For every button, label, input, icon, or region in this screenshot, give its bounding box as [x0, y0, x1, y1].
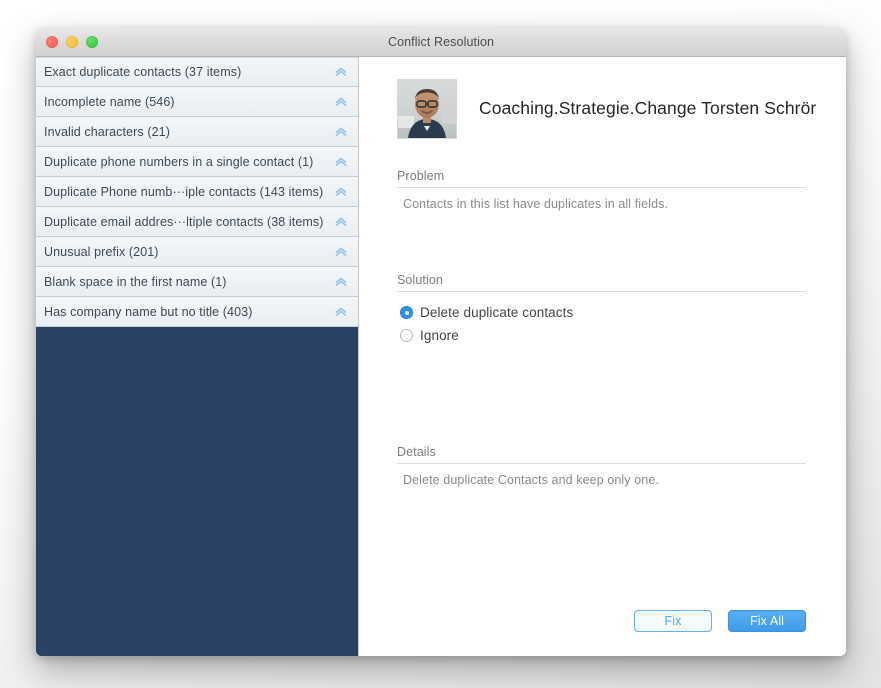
- chevron-double-up-icon[interactable]: [332, 153, 350, 171]
- radio-option-delete-duplicate-contacts[interactable]: Delete duplicate contacts: [397, 301, 806, 324]
- sidebar-item-company-name-no-title[interactable]: Has company name but no title (403): [36, 297, 358, 327]
- detail-sections: Problem Contacts in this list have dupli…: [359, 169, 846, 487]
- details-divider: [397, 463, 806, 464]
- sidebar-item-label: Duplicate email addres···ltiple contacts…: [44, 215, 326, 229]
- sidebar-item-label: Unusual prefix (201): [44, 245, 326, 259]
- zoom-button[interactable]: [86, 36, 98, 48]
- window-title: Conflict Resolution: [388, 35, 494, 49]
- details-title: Details: [397, 445, 806, 463]
- radio-selected-icon[interactable]: [400, 306, 413, 319]
- sidebar-item-blank-space-first-name[interactable]: Blank space in the first name (1): [36, 267, 358, 297]
- sidebar-item-label: Incomplete name (546): [44, 95, 326, 109]
- issue-sidebar: Exact duplicate contacts (37 items) Inco…: [36, 57, 359, 656]
- traffic-light-group: [46, 28, 98, 56]
- radio-label: Ignore: [420, 328, 459, 343]
- sidebar-item-label: Blank space in the first name (1): [44, 275, 326, 289]
- chevron-double-up-icon[interactable]: [332, 63, 350, 81]
- solution-divider: [397, 291, 806, 292]
- window-titlebar: Conflict Resolution: [36, 28, 846, 57]
- sidebar-item-duplicate-email-multiple-contacts[interactable]: Duplicate email addres···ltiple contacts…: [36, 207, 358, 237]
- sidebar-item-unusual-prefix[interactable]: Unusual prefix (201): [36, 237, 358, 267]
- conflict-resolution-window: Conflict Resolution Exact duplicate cont…: [36, 28, 846, 656]
- radio-label: Delete duplicate contacts: [420, 305, 573, 320]
- chevron-double-up-icon[interactable]: [332, 183, 350, 201]
- detail-panel: Coaching.Strategie.Change Torsten Schrör…: [359, 57, 846, 656]
- issue-list: Exact duplicate contacts (37 items) Inco…: [36, 57, 358, 327]
- chevron-double-up-icon[interactable]: [332, 243, 350, 261]
- radio-option-ignore[interactable]: Ignore: [397, 324, 806, 347]
- sidebar-item-label: Duplicate Phone numb···iple contacts (14…: [44, 185, 326, 199]
- problem-text: Contacts in this list have duplicates in…: [397, 197, 806, 211]
- section-spacer: [397, 211, 806, 273]
- minimize-button[interactable]: [66, 36, 78, 48]
- radio-unselected-icon[interactable]: [400, 329, 413, 342]
- sidebar-item-label: Duplicate phone numbers in a single cont…: [44, 155, 326, 169]
- chevron-double-up-icon[interactable]: [332, 93, 350, 111]
- chevron-double-up-icon[interactable]: [332, 273, 350, 291]
- problem-section: Problem Contacts in this list have dupli…: [397, 169, 806, 211]
- details-text: Delete duplicate Contacts and keep only …: [397, 473, 806, 487]
- sidebar-item-label: Invalid characters (21): [44, 125, 326, 139]
- sidebar-item-duplicate-phone-single-contact[interactable]: Duplicate phone numbers in a single cont…: [36, 147, 358, 177]
- action-buttons: Fix Fix All: [359, 610, 846, 656]
- sidebar-item-invalid-characters[interactable]: Invalid characters (21): [36, 117, 358, 147]
- sidebar-item-exact-duplicate-contacts[interactable]: Exact duplicate contacts (37 items): [36, 57, 358, 87]
- fix-all-button[interactable]: Fix All: [728, 610, 806, 632]
- contact-header: Coaching.Strategie.Change Torsten Schrör: [359, 57, 846, 139]
- problem-title: Problem: [397, 169, 806, 187]
- chevron-double-up-icon[interactable]: [332, 123, 350, 141]
- problem-divider: [397, 187, 806, 188]
- contact-name: Coaching.Strategie.Change Torsten Schrör: [479, 79, 816, 137]
- details-section: Details Delete duplicate Contacts and ke…: [397, 445, 806, 487]
- close-button[interactable]: [46, 36, 58, 48]
- solution-title: Solution: [397, 273, 806, 291]
- window-body: Exact duplicate contacts (37 items) Inco…: [36, 57, 846, 656]
- chevron-double-up-icon[interactable]: [332, 303, 350, 321]
- sidebar-empty-area: [36, 327, 358, 656]
- avatar: [397, 79, 457, 139]
- sidebar-item-label: Has company name but no title (403): [44, 305, 326, 319]
- desktop-background: Conflict Resolution Exact duplicate cont…: [0, 0, 881, 688]
- fix-button[interactable]: Fix: [634, 610, 712, 632]
- sidebar-item-incomplete-name[interactable]: Incomplete name (546): [36, 87, 358, 117]
- sidebar-item-duplicate-phone-multiple-contacts[interactable]: Duplicate Phone numb···iple contacts (14…: [36, 177, 358, 207]
- section-spacer: [397, 347, 806, 445]
- solution-section: Solution Delete duplicate contacts Ignor…: [397, 273, 806, 347]
- sidebar-item-label: Exact duplicate contacts (37 items): [44, 65, 326, 79]
- chevron-double-up-icon[interactable]: [332, 213, 350, 231]
